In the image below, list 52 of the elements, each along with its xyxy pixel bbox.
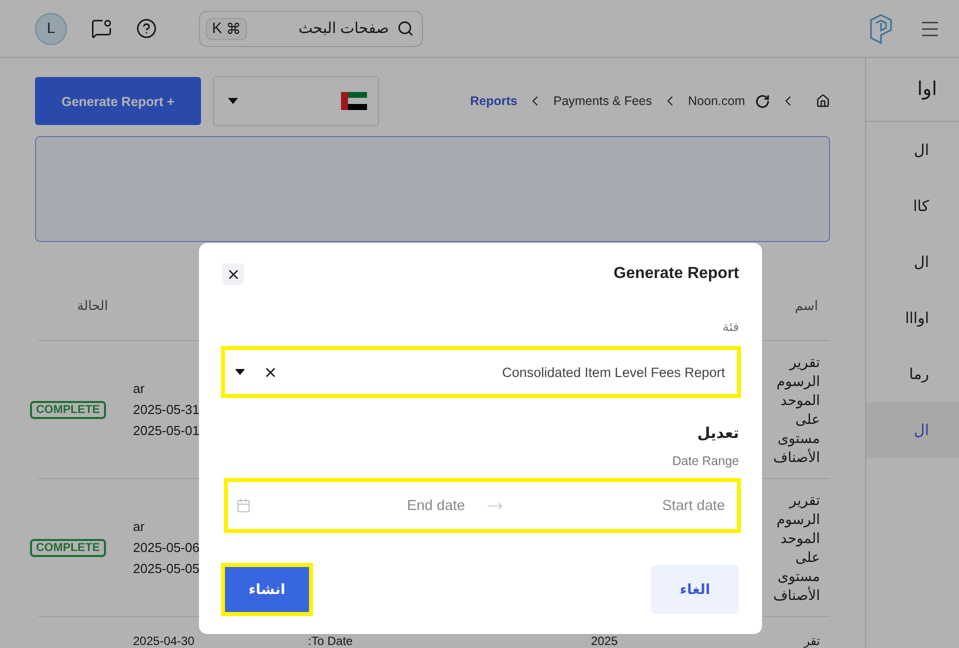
logo-icon (869, 14, 893, 44)
status-badge: COMPLETE (30, 400, 106, 418)
breadcrumb-link[interactable]: Reports (470, 94, 518, 108)
country-select[interactable] (213, 76, 379, 126)
sidebar-item[interactable]: ال (866, 122, 959, 178)
table-cell-text: 2025-05-01 (133, 423, 200, 438)
generate-report-button[interactable]: Generate Report + (35, 77, 201, 125)
table-cell-text: 2025 (590, 635, 618, 648)
status-badge: COMPLETE (30, 538, 106, 556)
sidebar-item[interactable]: اوااا (866, 290, 959, 346)
shortcut-key: K ⌘ (206, 18, 248, 40)
table-cell-text: 2025-05-06 (133, 540, 200, 555)
search-icon (397, 20, 414, 37)
help-icon[interactable] (136, 18, 157, 39)
sidebar-item[interactable]: كاا (866, 178, 959, 234)
home-icon[interactable] (816, 94, 830, 108)
search-input[interactable]: صفحات البحث (253, 19, 391, 38)
table-cell-text: تقرير الرسوم الموحد على مستوى الأصناف (772, 490, 821, 604)
close-button[interactable] (222, 263, 244, 285)
flag-icon (341, 92, 367, 110)
date-range-field[interactable]: End date Start date (224, 478, 741, 533)
breadcrumb-link[interactable]: Payments & Fees (553, 94, 652, 108)
caret-icon (235, 369, 245, 375)
table-cell-text: ar (133, 381, 146, 396)
start-date-input[interactable]: Start date (523, 496, 727, 514)
end-date-input[interactable]: End date (263, 496, 467, 514)
table-cell-text: 2025-04-30 (132, 635, 194, 648)
table-cell-text: 2025-05-05 (133, 561, 200, 576)
category-select[interactable]: Consolidated Item Level Fees Report (221, 346, 741, 398)
column-header: اسم (794, 298, 819, 314)
section-title: تعديل (697, 424, 739, 442)
caret-icon (228, 98, 238, 104)
table-cell-text: To Date: (307, 635, 353, 648)
sidebar-item[interactable]: ال (866, 402, 959, 458)
breadcrumb-link[interactable]: Noon.com (688, 94, 745, 108)
cancel-button[interactable]: الغاء (651, 565, 739, 614)
chat-icon[interactable] (91, 18, 112, 39)
sidebar-item[interactable]: ال (866, 234, 959, 290)
create-button[interactable]: انشاء (221, 563, 313, 616)
user-avatar[interactable]: L (35, 12, 67, 44)
reload-icon (755, 94, 770, 108)
field-label: فئة (722, 319, 740, 334)
table-cell-text: 2025-05-31 (133, 402, 200, 417)
sidebar-title: اوا (866, 58, 959, 122)
field-label: Date Range (672, 454, 740, 468)
table-cell-text: تقرير الرسوم الموحد على مستوى الأصناف (772, 352, 821, 466)
table-cell-text: تقر (802, 635, 821, 648)
table-cell-text: ar (133, 519, 146, 534)
modal-title: Generate Report (614, 265, 739, 283)
sidebar-item[interactable]: رما (866, 346, 959, 402)
calendar-icon (236, 498, 251, 513)
column-header: الحالة (77, 298, 109, 314)
